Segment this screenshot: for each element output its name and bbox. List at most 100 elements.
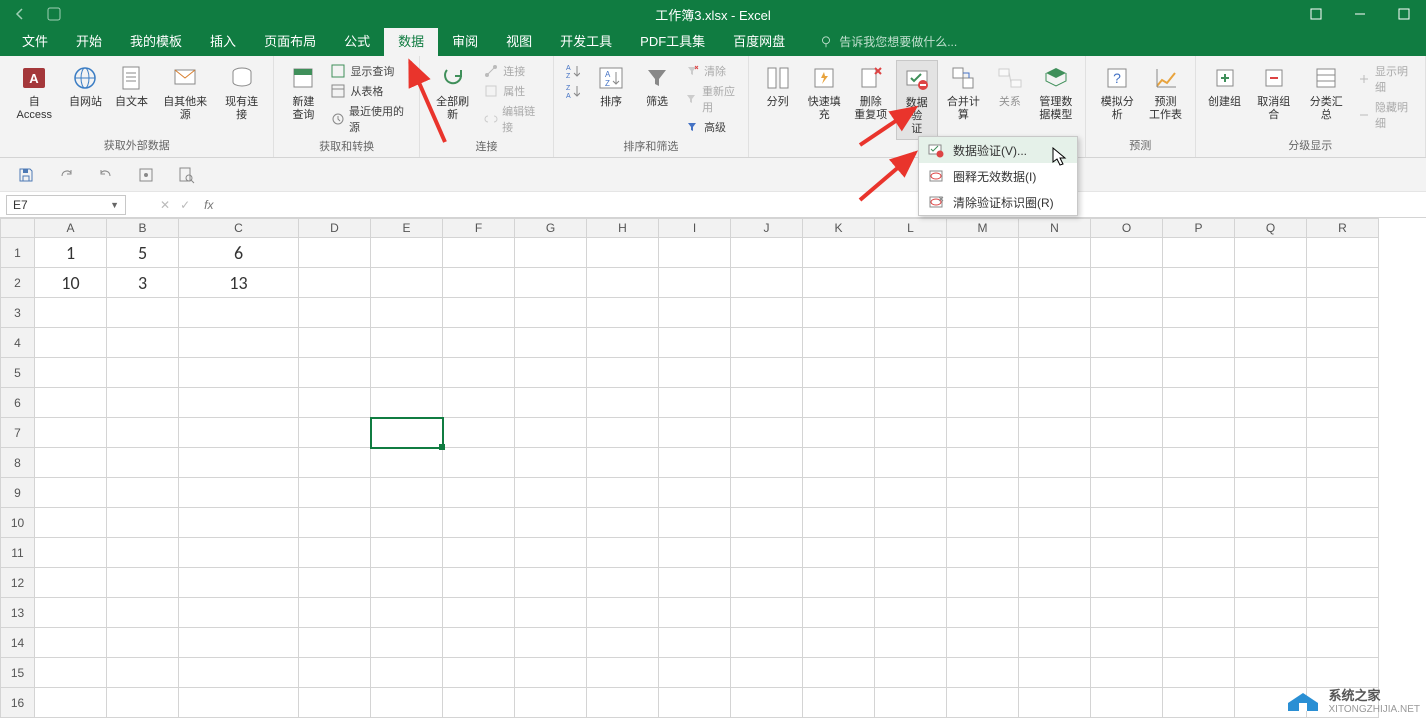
cell-C16[interactable] bbox=[179, 688, 299, 718]
cell-Q15[interactable] bbox=[1235, 658, 1307, 688]
cell-I14[interactable] bbox=[659, 628, 731, 658]
cell-L13[interactable] bbox=[875, 598, 947, 628]
cell-H11[interactable] bbox=[587, 538, 659, 568]
cell-Q13[interactable] bbox=[1235, 598, 1307, 628]
cell-E13[interactable] bbox=[371, 598, 443, 628]
cell-C13[interactable] bbox=[179, 598, 299, 628]
cell-G15[interactable] bbox=[515, 658, 587, 688]
cell-C3[interactable] bbox=[179, 298, 299, 328]
cell-B16[interactable] bbox=[107, 688, 179, 718]
cell-L9[interactable] bbox=[875, 478, 947, 508]
cell-M7[interactable] bbox=[947, 418, 1019, 448]
cell-G9[interactable] bbox=[515, 478, 587, 508]
cell-L7[interactable] bbox=[875, 418, 947, 448]
cell-Q3[interactable] bbox=[1235, 298, 1307, 328]
cell-D10[interactable] bbox=[299, 508, 371, 538]
existing-connections-button[interactable]: 现有连接 bbox=[218, 60, 266, 124]
cell-J5[interactable] bbox=[731, 358, 803, 388]
cell-D7[interactable] bbox=[299, 418, 371, 448]
cell-H9[interactable] bbox=[587, 478, 659, 508]
cell-R5[interactable] bbox=[1307, 358, 1379, 388]
cell-J15[interactable] bbox=[731, 658, 803, 688]
filter-button[interactable]: 筛选 bbox=[636, 60, 678, 111]
cell-R7[interactable] bbox=[1307, 418, 1379, 448]
cell-C5[interactable] bbox=[179, 358, 299, 388]
cell-J10[interactable] bbox=[731, 508, 803, 538]
cell-K9[interactable] bbox=[803, 478, 875, 508]
name-box[interactable]: E7 ▼ bbox=[6, 195, 126, 215]
cell-G3[interactable] bbox=[515, 298, 587, 328]
cell-M14[interactable] bbox=[947, 628, 1019, 658]
refresh-all-button[interactable]: 全部刷新 bbox=[428, 60, 477, 124]
column-header-P[interactable]: P bbox=[1163, 219, 1235, 238]
cell-H14[interactable] bbox=[587, 628, 659, 658]
cell-M10[interactable] bbox=[947, 508, 1019, 538]
cell-O15[interactable] bbox=[1091, 658, 1163, 688]
cell-C1[interactable]: 6 bbox=[179, 238, 299, 268]
row-header-4[interactable]: 4 bbox=[1, 328, 35, 358]
back-icon[interactable] bbox=[6, 0, 34, 28]
cell-Q1[interactable] bbox=[1235, 238, 1307, 268]
cell-B9[interactable] bbox=[107, 478, 179, 508]
tab-data[interactable]: 数据 bbox=[384, 25, 438, 56]
advanced-filter-button[interactable]: 高级 bbox=[682, 118, 740, 136]
cell-B7[interactable] bbox=[107, 418, 179, 448]
cell-G7[interactable] bbox=[515, 418, 587, 448]
cell-C4[interactable] bbox=[179, 328, 299, 358]
cell-B1[interactable]: 5 bbox=[107, 238, 179, 268]
cell-J13[interactable] bbox=[731, 598, 803, 628]
cell-C6[interactable] bbox=[179, 388, 299, 418]
cell-A14[interactable] bbox=[35, 628, 107, 658]
cell-E6[interactable] bbox=[371, 388, 443, 418]
cell-N16[interactable] bbox=[1019, 688, 1091, 718]
cell-D15[interactable] bbox=[299, 658, 371, 688]
row-header-2[interactable]: 2 bbox=[1, 268, 35, 298]
cell-R11[interactable] bbox=[1307, 538, 1379, 568]
name-box-dropdown-icon[interactable]: ▼ bbox=[110, 200, 119, 210]
cell-M2[interactable] bbox=[947, 268, 1019, 298]
tab-layout[interactable]: 页面布局 bbox=[250, 25, 330, 56]
cell-F11[interactable] bbox=[443, 538, 515, 568]
cell-J7[interactable] bbox=[731, 418, 803, 448]
column-header-N[interactable]: N bbox=[1019, 219, 1091, 238]
row-header-12[interactable]: 12 bbox=[1, 568, 35, 598]
cell-O6[interactable] bbox=[1091, 388, 1163, 418]
cell-L3[interactable] bbox=[875, 298, 947, 328]
touch-mode-button[interactable] bbox=[134, 163, 158, 187]
cell-E2[interactable] bbox=[371, 268, 443, 298]
cell-C2[interactable]: 13 bbox=[179, 268, 299, 298]
save-button[interactable] bbox=[14, 163, 38, 187]
cell-H1[interactable] bbox=[587, 238, 659, 268]
cell-A4[interactable] bbox=[35, 328, 107, 358]
cell-M15[interactable] bbox=[947, 658, 1019, 688]
cell-D5[interactable] bbox=[299, 358, 371, 388]
from-text-button[interactable]: 自文本 bbox=[110, 60, 152, 111]
cell-M5[interactable] bbox=[947, 358, 1019, 388]
cell-C9[interactable] bbox=[179, 478, 299, 508]
connections-button[interactable]: 连接 bbox=[481, 62, 545, 80]
row-header-11[interactable]: 11 bbox=[1, 538, 35, 568]
cell-D16[interactable] bbox=[299, 688, 371, 718]
ribbon-options-icon[interactable] bbox=[1294, 0, 1338, 28]
cell-Q2[interactable] bbox=[1235, 268, 1307, 298]
cell-A6[interactable] bbox=[35, 388, 107, 418]
data-validation-button[interactable]: 数据验 证 bbox=[896, 60, 938, 140]
cell-E3[interactable] bbox=[371, 298, 443, 328]
cell-J4[interactable] bbox=[731, 328, 803, 358]
cell-L8[interactable] bbox=[875, 448, 947, 478]
column-header-D[interactable]: D bbox=[299, 219, 371, 238]
cell-D6[interactable] bbox=[299, 388, 371, 418]
cell-B3[interactable] bbox=[107, 298, 179, 328]
sort-desc-button[interactable]: ZA bbox=[562, 82, 582, 100]
column-header-E[interactable]: E bbox=[371, 219, 443, 238]
cell-J3[interactable] bbox=[731, 298, 803, 328]
cell-C10[interactable] bbox=[179, 508, 299, 538]
tab-dev[interactable]: 开发工具 bbox=[546, 25, 626, 56]
cell-E12[interactable] bbox=[371, 568, 443, 598]
cell-N13[interactable] bbox=[1019, 598, 1091, 628]
cell-F10[interactable] bbox=[443, 508, 515, 538]
data-model-button[interactable]: 管理数 据模型 bbox=[1035, 60, 1077, 124]
cell-Q11[interactable] bbox=[1235, 538, 1307, 568]
cell-I8[interactable] bbox=[659, 448, 731, 478]
cell-C12[interactable] bbox=[179, 568, 299, 598]
